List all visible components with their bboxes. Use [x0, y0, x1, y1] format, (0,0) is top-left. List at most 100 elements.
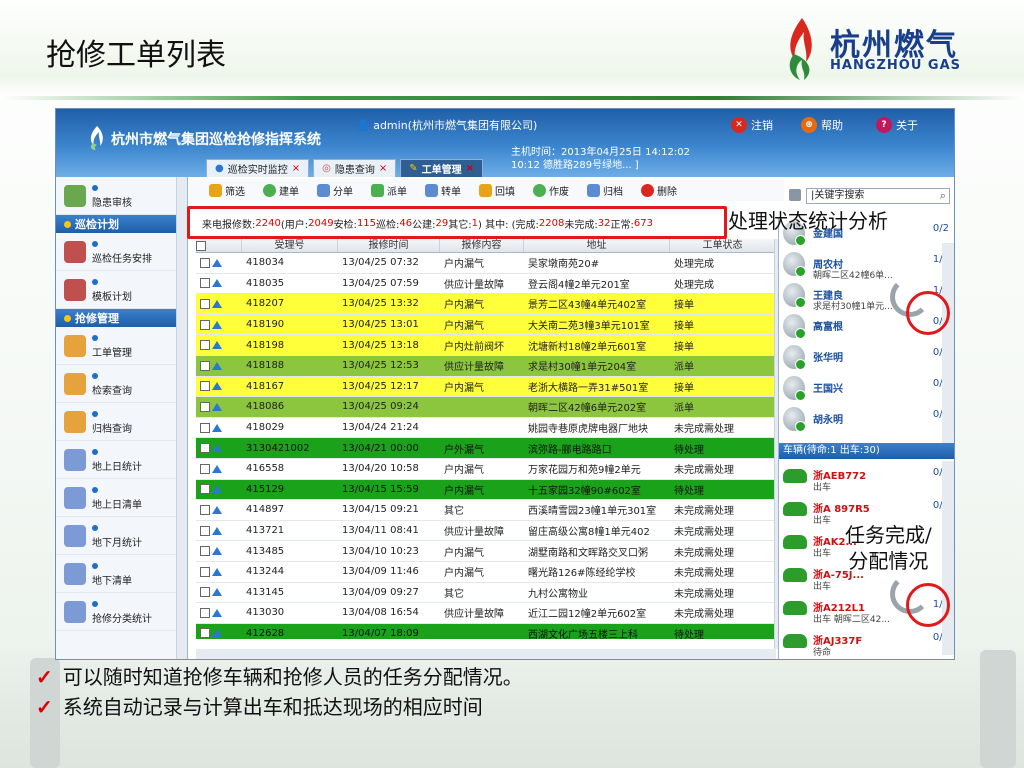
header-address[interactable]: 地址	[524, 239, 670, 252]
filter-button[interactable]: 筛选	[209, 183, 245, 198]
table-row[interactable]: 413244 13/04/09 11:46 户内漏气 曙光路126#陈经纶学校 未完成需…	[196, 562, 776, 583]
row-select[interactable]	[196, 319, 242, 330]
table-row[interactable]: 412628 13/04/07 18:09 西湖文化广场五楼三上科 待处理	[196, 623, 776, 639]
table-row[interactable]: 413145 13/04/09 09:27 其它 九村公寓物业 未完成需处理	[196, 583, 776, 604]
row-checkbox[interactable]	[200, 484, 210, 495]
split-order-button[interactable]: 分单	[317, 183, 353, 198]
logout-button[interactable]: ✕ 注销	[731, 114, 773, 136]
row-select[interactable]	[196, 566, 242, 577]
transfer-button[interactable]: 转单	[425, 183, 461, 198]
archive-button[interactable]: 归档	[587, 183, 623, 198]
sidebar-item-search-query[interactable]: 检索查询	[56, 365, 187, 403]
table-row[interactable]: 418198 13/04/25 13:18 户内灶前阀坏 沈塘新村18幢2单元601室…	[196, 335, 776, 356]
keyword-search-input[interactable]: |关键字搜索 ⌕	[806, 188, 950, 204]
table-row[interactable]: 418190 13/04/25 13:01 户内漏气 大关南二苑3幢3单元101室 接单	[196, 314, 776, 336]
row-select[interactable]	[196, 587, 242, 598]
table-row[interactable]: 418207 13/04/25 13:32 户内漏气 景芳二区43幢4单元402室 接单	[196, 294, 776, 315]
row-select[interactable]	[196, 463, 242, 474]
row-checkbox[interactable]	[200, 566, 210, 577]
sidebar-section-patrol-plan[interactable]: 巡检计划	[56, 215, 187, 233]
row-select[interactable]	[196, 381, 242, 392]
table-row[interactable]: 418086 13/04/25 09:24 朝晖二区42幢6单元202室 派单	[196, 397, 776, 418]
table-row[interactable]: 418167 13/04/25 12:17 户内漏气 老浙大横路一弄31#501室 接单	[196, 376, 776, 398]
row-checkbox[interactable]	[200, 628, 210, 639]
sidebar-item-underground-list[interactable]: 地下清单	[56, 555, 187, 593]
row-checkbox[interactable]	[200, 257, 210, 268]
row-checkbox[interactable]	[200, 607, 210, 618]
sidebar-item-above-daily-list[interactable]: 地上日清单	[56, 479, 187, 517]
row-checkbox[interactable]	[200, 422, 210, 433]
row-select[interactable]	[196, 628, 242, 639]
row-select[interactable]	[196, 607, 242, 618]
sidebar-item-above-daily-stats[interactable]: 地上日统计	[56, 441, 187, 479]
row-select[interactable]	[196, 422, 242, 433]
personnel-item[interactable]: 张华明 0/0	[783, 343, 953, 373]
tab-patrol-monitor[interactable]: ● 巡检实时监控 ×	[206, 159, 310, 177]
header-content[interactable]: 报修内容	[440, 239, 524, 252]
sidebar-item-work-order[interactable]: 工单管理	[56, 327, 187, 365]
table-row[interactable]: 418034 13/04/25 07:32 户内漏气 吴家墩南苑20# 处理完成	[196, 253, 776, 274]
row-select[interactable]	[196, 504, 242, 515]
help-button[interactable]: ⊕ 帮助	[801, 114, 843, 136]
row-select[interactable]	[196, 360, 242, 371]
header-status[interactable]: 工单状态	[670, 239, 776, 252]
create-order-button[interactable]: 建单	[263, 183, 299, 198]
row-checkbox[interactable]	[200, 504, 210, 515]
close-icon[interactable]: ×	[466, 163, 474, 174]
table-row[interactable]: 416558 13/04/20 10:58 户内漏气 万家花园万和苑9幢2单元 未完成需…	[196, 459, 776, 480]
table-row[interactable]: 413030 13/04/08 16:54 供应计量故障 近江二园12幢2单元602室…	[196, 603, 776, 624]
sidebar-item-template-plan[interactable]: 模板计划	[56, 271, 187, 309]
table-row[interactable]: 413721 13/04/11 08:41 供应计量故障 留庄高级公寓8幢1单元402…	[196, 521, 776, 542]
personnel-item[interactable]: 胡永明 0/1	[783, 405, 953, 435]
tab-work-order[interactable]: ✎ 工单管理 ×	[400, 159, 484, 177]
void-button[interactable]: 作废	[533, 183, 569, 198]
search-icon[interactable]: ⌕	[940, 189, 946, 203]
row-select[interactable]	[196, 546, 242, 557]
backfill-button[interactable]: 回填	[479, 183, 515, 198]
row-checkbox[interactable]	[200, 298, 210, 309]
row-checkbox[interactable]	[200, 360, 210, 371]
row-select[interactable]	[196, 484, 242, 495]
table-row[interactable]: 418029 13/04/24 21:24 姚园寺巷原虎牌电器厂地块 未完成需处理	[196, 418, 776, 439]
row-checkbox[interactable]	[200, 319, 210, 330]
table-row[interactable]: 414897 13/04/15 09:21 其它 西溪晴雪园23幢1单元301室 未完成…	[196, 500, 776, 521]
row-select[interactable]	[196, 525, 242, 536]
about-button[interactable]: ? 关于	[876, 114, 918, 136]
row-select[interactable]	[196, 298, 242, 309]
table-horizontal-scrollbar[interactable]	[196, 649, 776, 659]
row-checkbox[interactable]	[200, 443, 210, 454]
row-checkbox[interactable]	[200, 546, 210, 557]
row-checkbox[interactable]	[200, 525, 210, 536]
header-time[interactable]: 报修时间	[338, 239, 440, 252]
row-checkbox[interactable]	[200, 340, 210, 351]
table-row[interactable]: 413485 13/04/10 10:23 户内漏气 湖墅南路和文晖路交叉口粥 未完成需…	[196, 541, 776, 562]
sidebar-scrollbar[interactable]	[176, 177, 187, 659]
table-row[interactable]: 415129 13/04/15 15:59 户内漏气 十五家园32幢90#602室 待处…	[196, 479, 776, 501]
sidebar-item-task-schedule[interactable]: 巡检任务安排	[56, 233, 187, 271]
row-select[interactable]	[196, 340, 242, 351]
table-row[interactable]: 3130421002 13/04/21 00:00 户外漏气 滨弥路-郦电路路口 待处理	[196, 438, 776, 459]
close-icon[interactable]: ×	[292, 163, 300, 174]
table-row[interactable]: 418035 13/04/25 07:59 供应计量故障 登云阁4幢2单元201室 处理…	[196, 274, 776, 295]
header-id[interactable]: 受理号	[242, 239, 338, 252]
personnel-item[interactable]: 周农村 朝晖二区42幢6单... 1/1	[783, 250, 953, 281]
print-icon[interactable]	[789, 189, 801, 201]
row-checkbox[interactable]	[200, 587, 210, 598]
delete-button[interactable]: 删除	[641, 183, 677, 198]
sidebar-item-hazard-review[interactable]: 隐患审核	[56, 177, 187, 215]
table-row[interactable]: 418188 13/04/25 12:53 供应计量故障 求是村30幢1单元204室 派…	[196, 355, 776, 377]
row-select[interactable]	[196, 257, 242, 268]
sidebar-item-archive-query[interactable]: 归档查询	[56, 403, 187, 441]
row-select[interactable]	[196, 443, 242, 454]
sidebar-item-underground-monthly-stats[interactable]: 地下月统计	[56, 517, 187, 555]
personnel-item[interactable]: 王国兴 0/0	[783, 374, 953, 404]
header-select[interactable]	[196, 239, 242, 252]
select-all-checkbox[interactable]	[196, 240, 206, 251]
row-checkbox[interactable]	[200, 278, 210, 289]
sidebar-section-repair-management[interactable]: 抢修管理	[56, 309, 187, 327]
tab-hazard-query[interactable]: ◎ 隐患查询 ×	[313, 159, 397, 177]
close-icon[interactable]: ×	[379, 163, 387, 174]
row-checkbox[interactable]	[200, 463, 210, 474]
row-select[interactable]	[196, 401, 242, 412]
vehicle-scrollbar[interactable]	[942, 461, 954, 655]
